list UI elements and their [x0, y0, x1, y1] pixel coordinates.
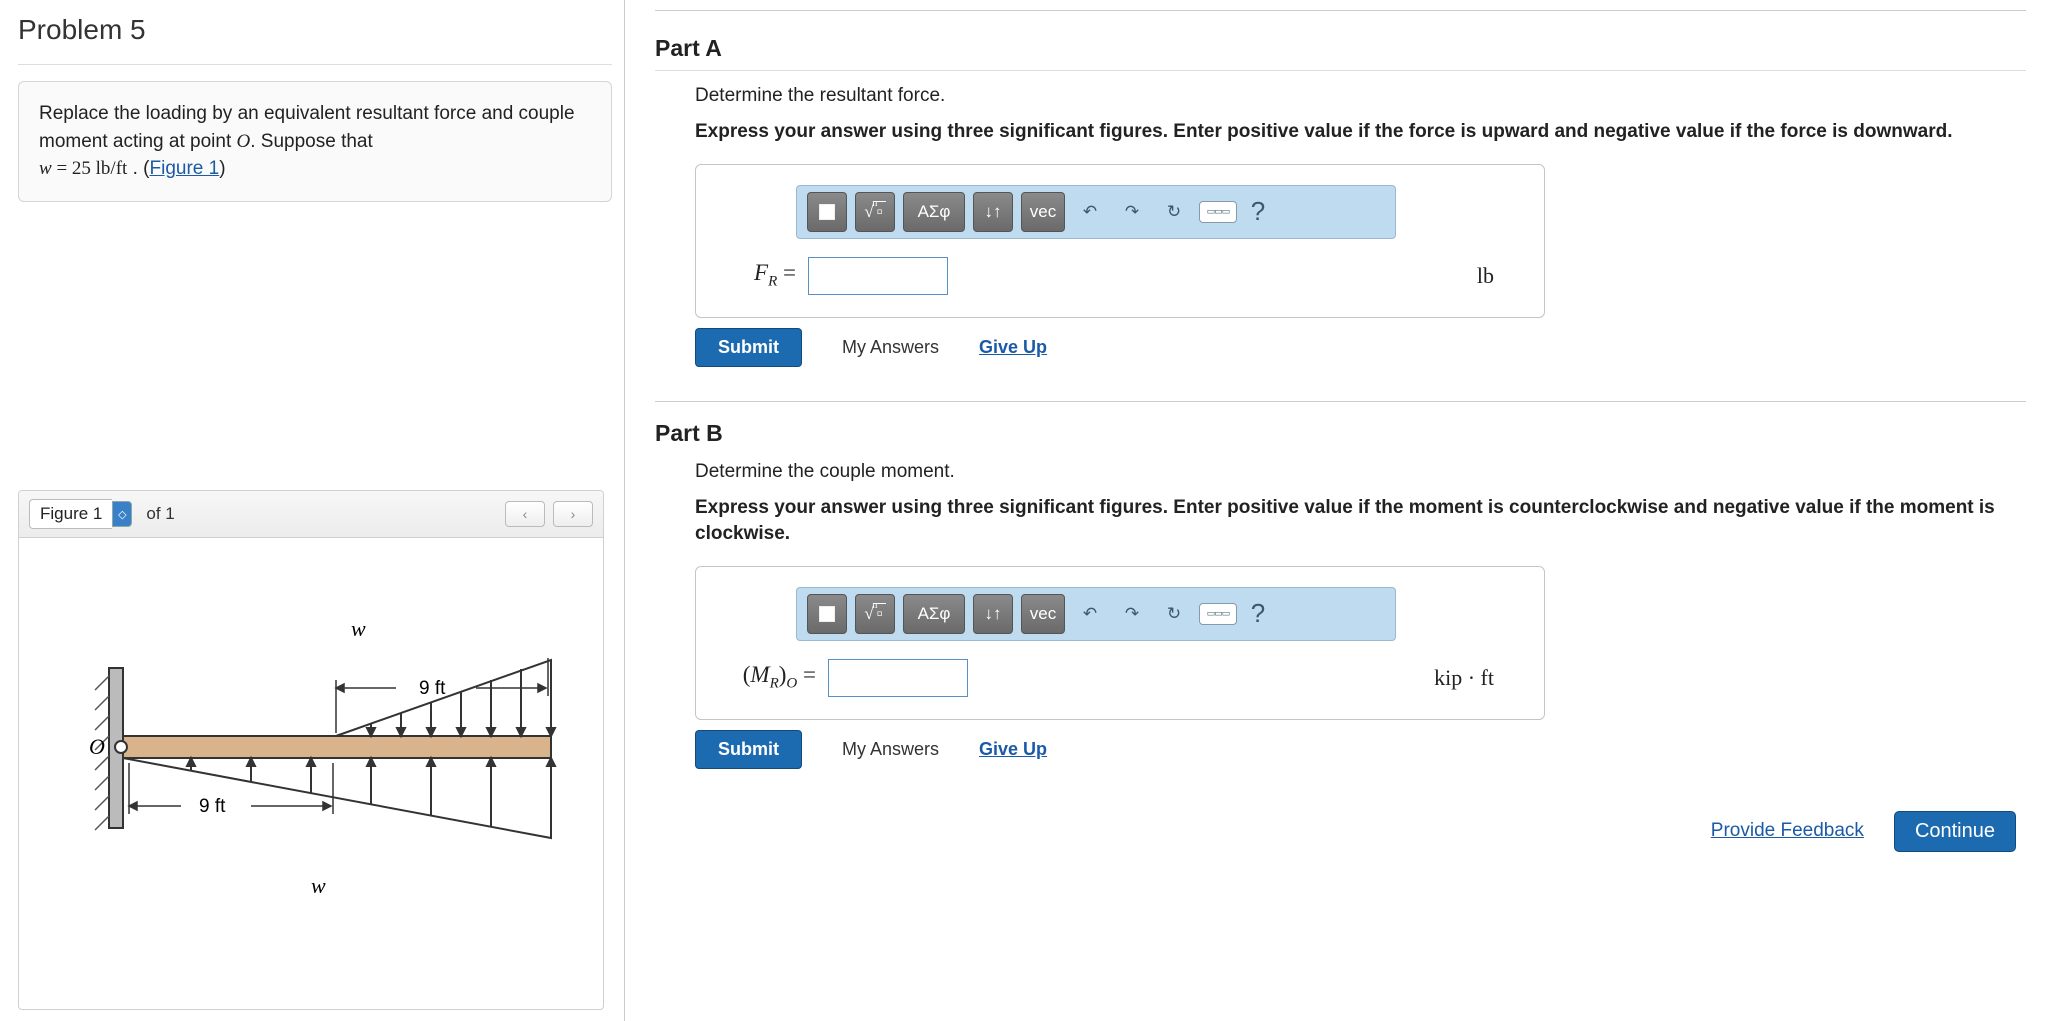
part-b-submit-button[interactable]: Submit — [695, 730, 802, 769]
part-b-unit: kip · ft — [1434, 665, 1494, 691]
part-a-submit-button[interactable]: Submit — [695, 328, 802, 367]
figure-next-button[interactable]: › — [553, 501, 593, 527]
undo-icon[interactable]: ↶ — [1073, 594, 1107, 634]
part-a-answer-input[interactable] — [808, 257, 948, 295]
beam-diagram: O — [51, 568, 571, 918]
part-b-question: Determine the couple moment. — [695, 461, 2026, 483]
vec-button[interactable]: vec — [1021, 192, 1065, 232]
origin-label: O — [89, 734, 105, 759]
templates-button[interactable] — [807, 594, 847, 634]
figure-header: Figure 1 ◇ of 1 ‹ › — [19, 491, 603, 538]
templates-button[interactable] — [807, 192, 847, 232]
reset-icon[interactable]: ↻ — [1157, 192, 1191, 232]
keyboard-icon[interactable]: ▭▭▭ — [1199, 201, 1237, 223]
part-a-equation-row: FR = lb — [696, 239, 1544, 317]
figure-counter: of 1 — [146, 504, 174, 524]
part-a-instruction: Express your answer using three signific… — [695, 119, 2026, 146]
eq-var: w — [39, 158, 52, 179]
figure-link[interactable]: Figure 1 — [150, 158, 220, 179]
part-a-eq-label: FR = — [716, 260, 796, 291]
part-b-actions: Submit My Answers Give Up — [695, 720, 2026, 793]
help-icon[interactable]: ? — [1245, 192, 1271, 232]
figure-prev-button[interactable]: ‹ — [505, 501, 545, 527]
part-b-answer-input[interactable] — [828, 659, 968, 697]
help-icon[interactable]: ? — [1245, 594, 1271, 634]
part-a-title: Part A — [655, 17, 2026, 71]
problem-title: Problem 5 — [18, 10, 612, 65]
part-b-give-up-link[interactable]: Give Up — [979, 739, 1047, 760]
part-b-body: Determine the couple moment. Express you… — [655, 447, 2026, 793]
part-a-give-up-link[interactable]: Give Up — [979, 337, 1047, 358]
vec-button[interactable]: vec — [1021, 594, 1065, 634]
continue-button[interactable]: Continue — [1894, 811, 2016, 852]
figure-body: O — [19, 538, 603, 948]
w-bottom-label: w — [311, 873, 326, 898]
reset-icon[interactable]: ↻ — [1157, 594, 1191, 634]
part-b-eq-label: (MR)O = — [716, 662, 816, 693]
redo-icon[interactable]: ↷ — [1115, 192, 1149, 232]
part-b-equation-row: (MR)O = kip · ft — [696, 641, 1544, 719]
figure-panel: Figure 1 ◇ of 1 ‹ › — [18, 490, 604, 1010]
figure-select-label: Figure 1 — [29, 499, 112, 529]
redo-icon[interactable]: ↷ — [1115, 594, 1149, 634]
right-pane: Part A Determine the resultant force. Ex… — [625, 0, 2046, 1021]
figure-select[interactable]: Figure 1 ◇ — [29, 499, 132, 529]
footer-row: Provide Feedback Continue — [655, 793, 2026, 852]
root-button[interactable]: n√▫ — [855, 594, 895, 634]
undo-icon[interactable]: ↶ — [1073, 192, 1107, 232]
problem-statement-box: Replace the loading by an equivalent res… — [18, 81, 612, 202]
dim-bottom: 9 ft — [199, 796, 226, 817]
part-a-body: Determine the resultant force. Express y… — [655, 71, 2026, 391]
part-a-my-answers-link[interactable]: My Answers — [842, 337, 939, 358]
root-button[interactable]: n√▫ — [855, 192, 895, 232]
left-pane: Problem 5 Replace the loading by an equi… — [0, 0, 625, 1021]
statement-text-2: . Suppose that — [250, 131, 373, 152]
figure-nav: ‹ › — [505, 501, 593, 527]
greek-button[interactable]: ΑΣφ — [903, 192, 965, 232]
equation-toolbar-b: n√▫ ΑΣφ ↓↑ vec ↶ ↷ ↻ ▭▭▭ ? — [796, 587, 1396, 641]
part-a-unit: lb — [1477, 263, 1494, 289]
part-a-question: Determine the resultant force. — [695, 85, 2026, 107]
w-top-label: w — [351, 616, 366, 641]
top-divider — [655, 10, 2026, 11]
statement-text-4: ) — [219, 158, 225, 179]
arrows-button[interactable]: ↓↑ — [973, 594, 1013, 634]
figure-select-dropdown-icon[interactable]: ◇ — [112, 501, 132, 527]
eq-val: = 25 lb/ft — [52, 158, 128, 179]
arrows-button[interactable]: ↓↑ — [973, 192, 1013, 232]
part-b-title: Part B — [655, 402, 2026, 447]
part-b-instruction: Express your answer using three signific… — [695, 495, 2026, 548]
part-a-actions: Submit My Answers Give Up — [695, 318, 2026, 391]
statement-text-3: . ( — [127, 158, 149, 179]
keyboard-icon[interactable]: ▭▭▭ — [1199, 603, 1237, 625]
equation-toolbar: n√▫ ΑΣφ ↓↑ vec ↶ ↷ ↻ ▭▭▭ ? — [796, 185, 1396, 239]
point-var: O — [237, 131, 251, 152]
part-b-answer-box: n√▫ ΑΣφ ↓↑ vec ↶ ↷ ↻ ▭▭▭ ? (MR)O = kip ·… — [695, 566, 1545, 720]
part-b-my-answers-link[interactable]: My Answers — [842, 739, 939, 760]
provide-feedback-link[interactable]: Provide Feedback — [1711, 820, 1864, 842]
dim-top: 9 ft — [419, 678, 446, 699]
part-a-answer-box: n√▫ ΑΣφ ↓↑ vec ↶ ↷ ↻ ▭▭▭ ? FR = lb — [695, 164, 1545, 318]
greek-button[interactable]: ΑΣφ — [903, 594, 965, 634]
